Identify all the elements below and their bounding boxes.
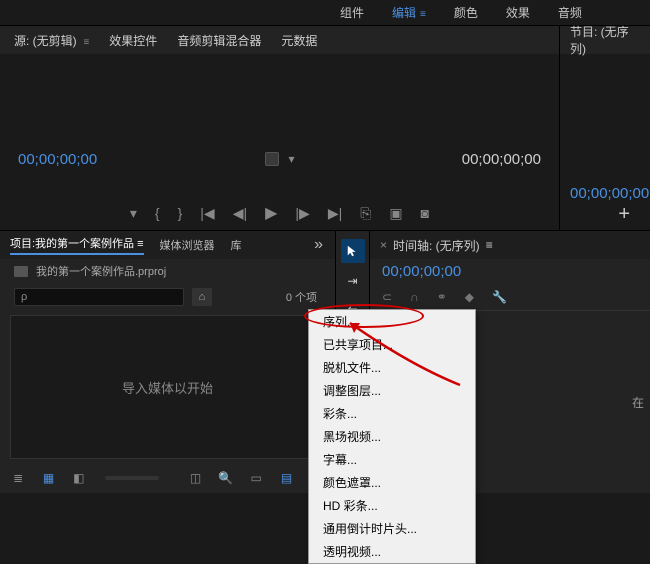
project-panel: 项目:我的第一个案例作品 ≡ 媒体浏览器 库 » 我的第一个案例作品.prpro…: [0, 231, 336, 493]
step-forward-icon[interactable]: |▶: [295, 205, 309, 222]
list-view-icon[interactable]: ≣: [10, 469, 26, 487]
menu-transparent-video[interactable]: 透明视频...: [309, 540, 475, 563]
tab-editing[interactable]: 编辑≡: [392, 4, 426, 21]
project-file-row: 我的第一个案例作品.prproj: [0, 259, 335, 283]
transport-bar: ▾ { } |◀ ◀| ▶ |▶ ▶| ⎘ ▣ ◙: [0, 196, 559, 230]
program-monitor[interactable]: 00;00;00;00 +: [560, 54, 650, 230]
menu-sequence[interactable]: 序列...: [309, 310, 475, 333]
tab-assembly[interactable]: 组件: [340, 4, 364, 21]
menu-color-matte[interactable]: 颜色遮罩...: [309, 471, 475, 494]
tab-project[interactable]: 项目:我的第一个案例作品 ≡: [10, 235, 144, 255]
find-icon[interactable]: 🔍: [218, 469, 234, 487]
tab-metadata[interactable]: 元数据: [281, 32, 317, 49]
in-point-icon[interactable]: {: [155, 205, 160, 221]
auto-sequence-icon[interactable]: ◫: [187, 469, 203, 487]
menu-adjustment-layer[interactable]: 调整图层...: [309, 379, 475, 402]
empty-hint: 导入媒体以开始: [122, 378, 213, 397]
program-timecode[interactable]: 00;00;00;00: [570, 185, 649, 202]
project-bin[interactable]: 导入媒体以开始: [10, 315, 325, 459]
track-select-tool[interactable]: ⇥: [341, 269, 365, 293]
workspace-tabs: 组件 编辑≡ 颜色 效果 音频: [0, 0, 650, 26]
source-fit-controls: ▾: [264, 152, 294, 166]
marker-tool-icon[interactable]: ◆: [465, 290, 474, 304]
tab-media-browser[interactable]: 媒体浏览器: [160, 237, 215, 253]
fit-icon[interactable]: [264, 152, 278, 166]
timeline-title[interactable]: 时间轴: (无序列): [393, 237, 480, 254]
menu-bars[interactable]: 彩条...: [309, 402, 475, 425]
source-timecode-in[interactable]: 00;00;00;00: [18, 151, 97, 168]
timeline-tools: ⊂ ∩ ⚭ ◆ 🔧: [370, 284, 650, 310]
tab-color[interactable]: 颜色: [454, 4, 478, 21]
tab-effect-controls[interactable]: 效果控件: [109, 32, 157, 49]
magnet-icon[interactable]: ∩: [410, 290, 419, 304]
add-button-icon[interactable]: +: [618, 203, 630, 226]
tab-library[interactable]: 库: [231, 237, 242, 253]
hamburger-icon: ≡: [420, 9, 426, 20]
icon-view-icon[interactable]: ▦: [40, 469, 56, 487]
freeform-view-icon[interactable]: ◧: [71, 469, 87, 487]
menu-offline-file[interactable]: 脱机文件...: [309, 356, 475, 379]
zoom-slider[interactable]: [105, 476, 159, 480]
menu-shared-project[interactable]: 已共享项目...: [309, 333, 475, 356]
link-icon[interactable]: ⚭: [437, 290, 447, 304]
tab-effects[interactable]: 效果: [506, 4, 530, 21]
project-tabs: 项目:我的第一个案例作品 ≡ 媒体浏览器 库 »: [0, 231, 335, 259]
program-header: 节目: (无序列): [560, 26, 650, 54]
cursor-icon: [346, 244, 360, 258]
panel-menu-icon[interactable]: ≡: [81, 37, 90, 48]
source-panel-header: 源: (无剪辑) ≡ 效果控件 音频剪辑混合器 元数据: [0, 26, 559, 54]
step-back-icon[interactable]: ◀|: [233, 205, 247, 222]
chevron-down-icon[interactable]: ▾: [288, 152, 294, 166]
menu-countdown[interactable]: 通用倒计时片头...: [309, 517, 475, 540]
item-count: 0 个项: [286, 289, 321, 305]
project-file-name: 我的第一个案例作品.prproj: [36, 263, 166, 279]
export-frame-icon[interactable]: ◙: [421, 205, 429, 221]
settings-icon[interactable]: 🔧: [492, 290, 507, 304]
program-panel: 节目: (无序列) 00;00;00;00 +: [560, 26, 650, 230]
timeline-header: × 时间轴: (无序列) ≡: [370, 231, 650, 259]
source-title[interactable]: 源: (无剪辑) ≡: [14, 32, 89, 49]
menu-captions[interactable]: 字幕...: [309, 448, 475, 471]
panel-menu-icon[interactable]: ≡: [486, 238, 493, 252]
program-title[interactable]: 节目: (无序列): [570, 23, 640, 57]
close-icon[interactable]: ×: [380, 238, 387, 252]
new-item-context-menu: 序列... 已共享项目... 脱机文件... 调整图层... 彩条... 黑场视…: [308, 309, 476, 564]
go-to-out-icon[interactable]: ▶|: [328, 205, 342, 222]
snap-icon[interactable]: ⊂: [382, 290, 392, 304]
out-point-icon[interactable]: }: [178, 205, 183, 221]
go-to-in-icon[interactable]: |◀: [200, 205, 214, 222]
overwrite-icon[interactable]: ▣: [389, 205, 402, 222]
timeline-timecode[interactable]: 00;00;00;00: [370, 259, 650, 284]
insert-icon[interactable]: ⎘: [360, 205, 371, 222]
project-footer: ≣ ▦ ◧ ◫ 🔍 ▭ ▤ 🗑: [0, 463, 335, 493]
menu-black-video[interactable]: 黑场视频...: [309, 425, 475, 448]
new-item-icon[interactable]: ▤: [278, 469, 294, 487]
side-text: 在: [632, 394, 644, 411]
source-panel: 源: (无剪辑) ≡ 效果控件 音频剪辑混合器 元数据 00;00;00;00 …: [0, 26, 560, 230]
play-icon[interactable]: ▶: [265, 203, 277, 223]
search-input[interactable]: ρ: [14, 288, 184, 306]
folder-icon: [14, 266, 28, 277]
tab-audio[interactable]: 音频: [558, 4, 582, 21]
filter-bin-icon[interactable]: ⌂: [192, 288, 212, 306]
menu-hd-bars[interactable]: HD 彩条...: [309, 494, 475, 517]
source-timecode-out[interactable]: 00;00;00;00: [462, 151, 541, 168]
selection-tool[interactable]: [341, 239, 365, 263]
project-search-row: ρ ⌂ 0 个项: [0, 283, 335, 311]
marker-icon[interactable]: ▾: [130, 205, 137, 222]
source-monitor[interactable]: 00;00;00;00 ▾ 00;00;00;00: [0, 54, 559, 196]
overflow-button[interactable]: »: [312, 236, 325, 254]
tab-audio-mixer[interactable]: 音频剪辑混合器: [177, 32, 261, 49]
new-bin-icon[interactable]: ▭: [248, 469, 264, 487]
